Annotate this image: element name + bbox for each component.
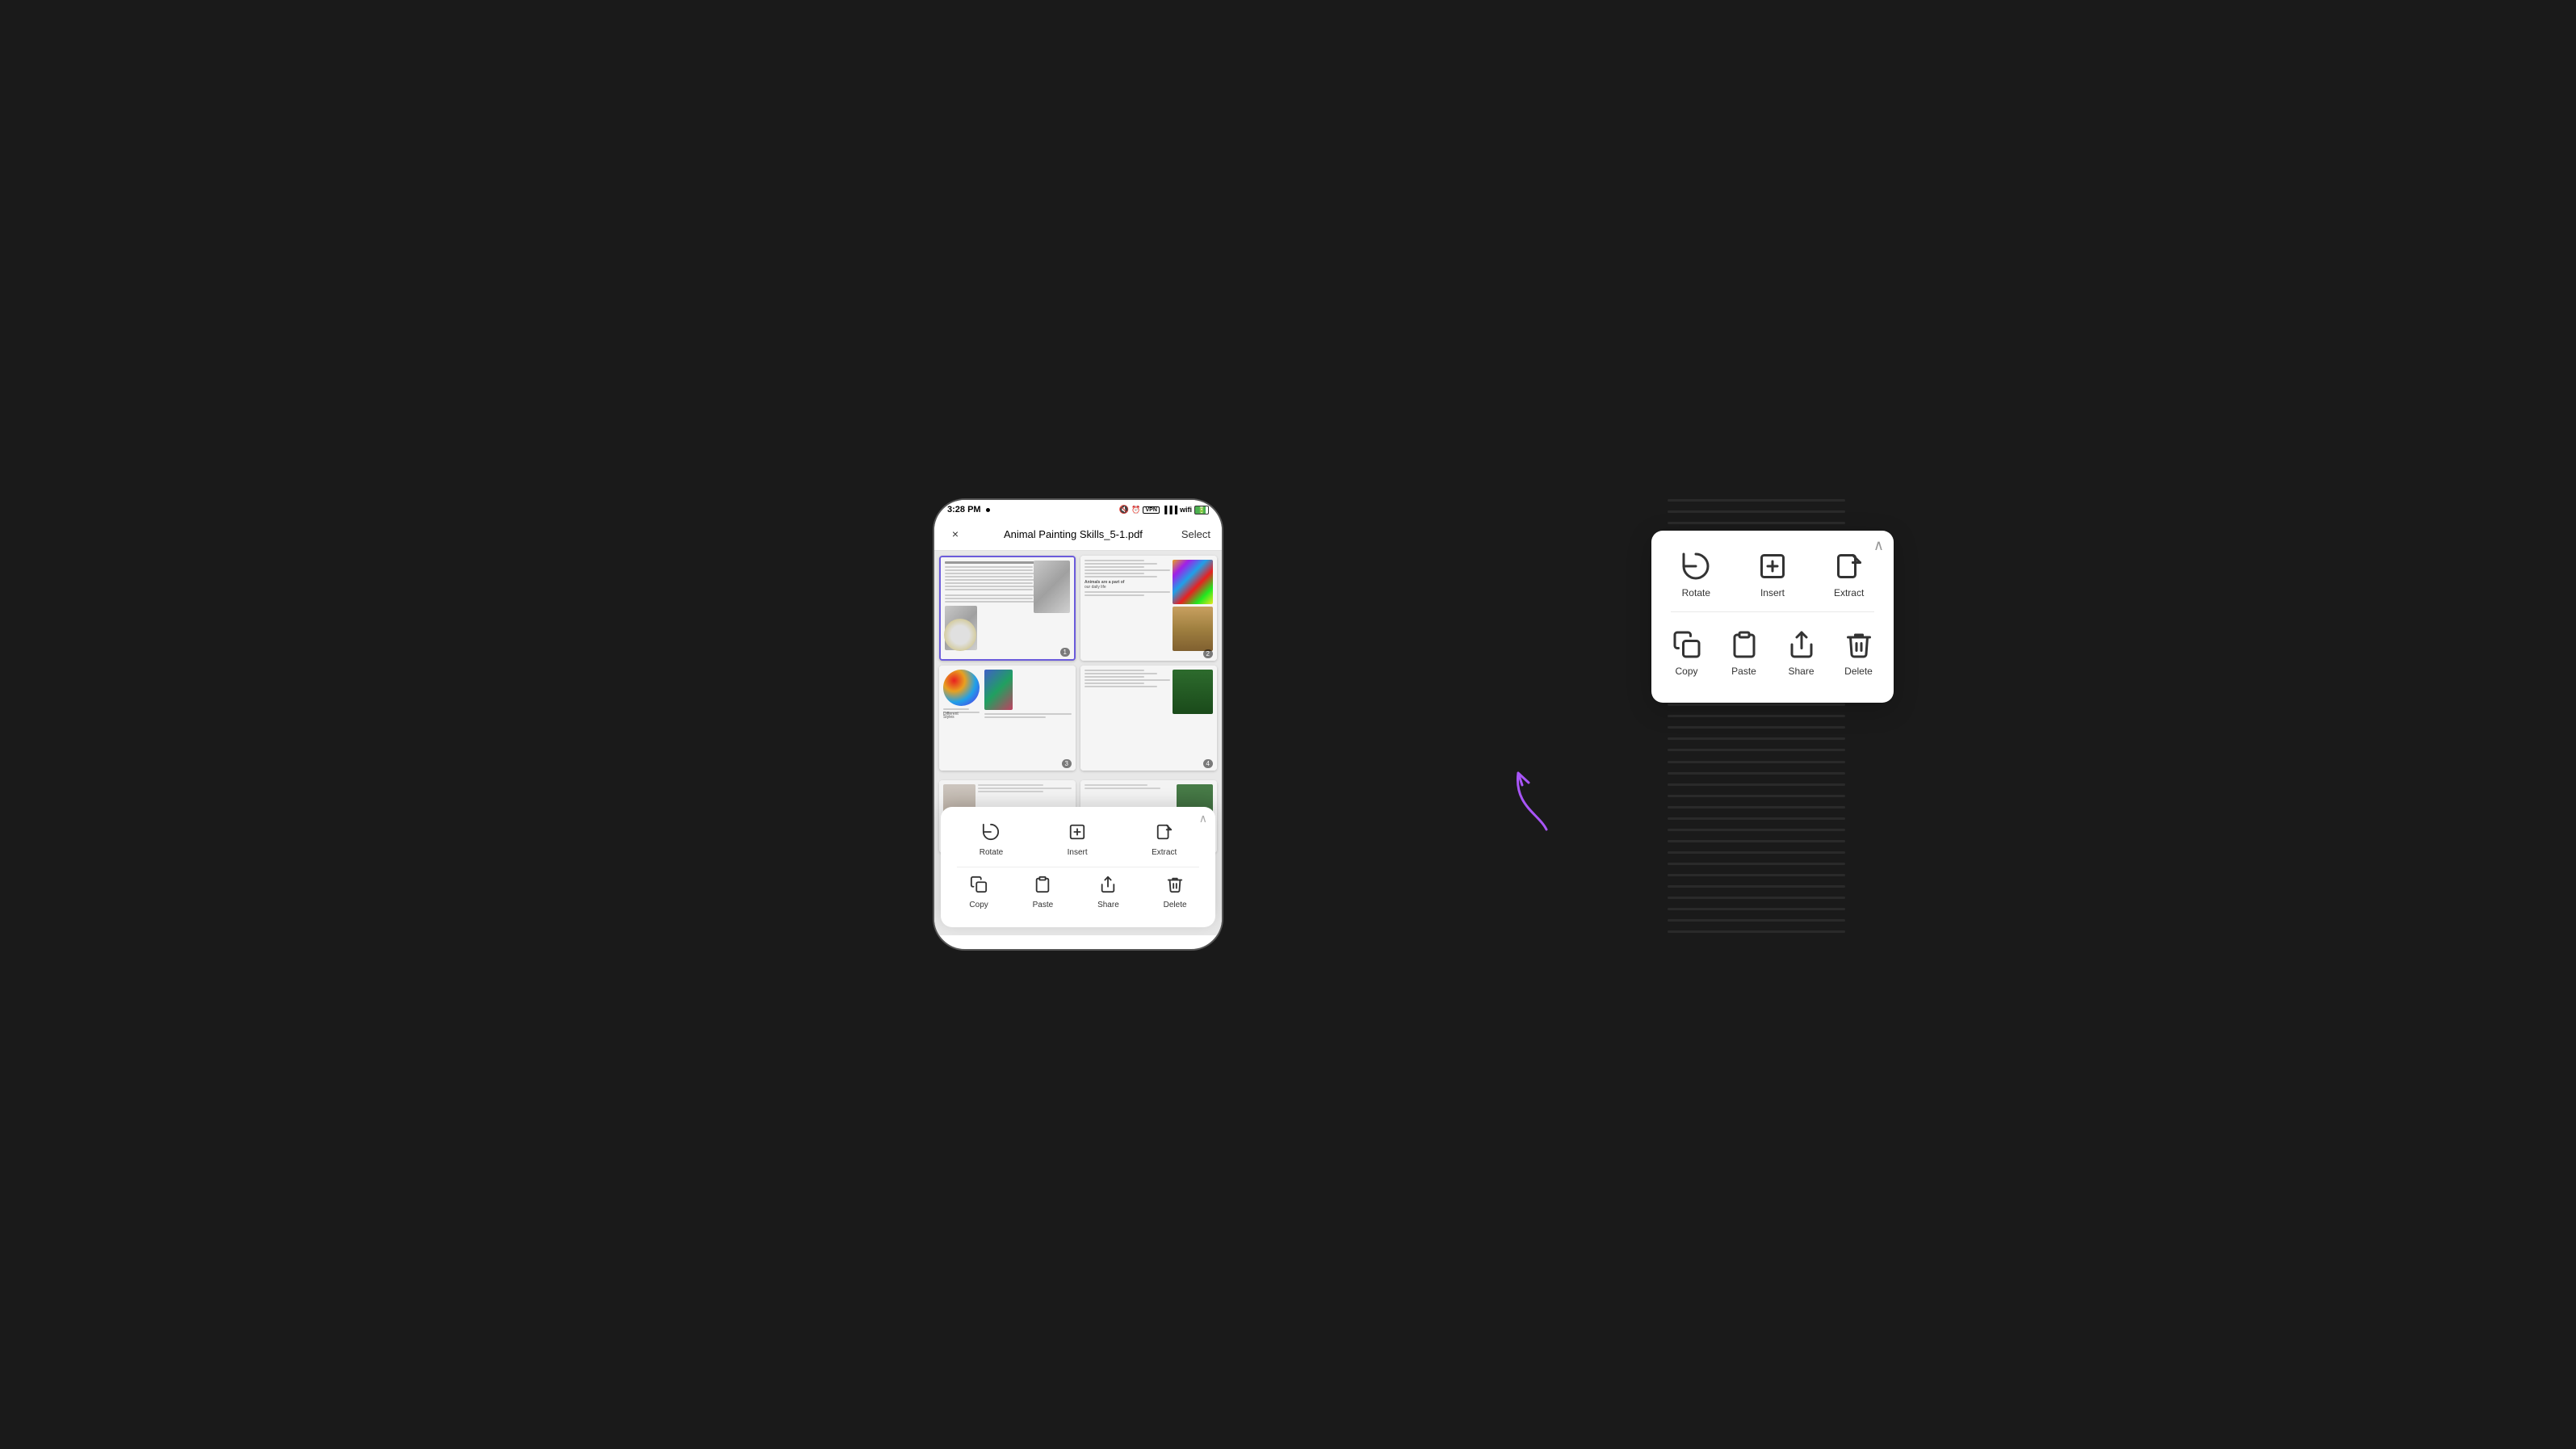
context-menu-large: ∧ Rotate [1651,531,1894,703]
small-share-button[interactable]: Share [1089,871,1127,914]
small-paste-icon [1034,876,1051,897]
sound-icon: 🔇 [1119,506,1129,514]
large-copy-label: Copy [1675,666,1697,677]
small-extract-button[interactable]: Extract [1143,818,1185,862]
page-4-badge: 4 [1203,759,1213,768]
small-delete-label: Delete [1164,901,1187,909]
large-rotate-icon [1680,550,1712,582]
large-extract-icon [1833,550,1865,582]
small-copy-icon [970,876,988,897]
small-share-icon [1099,876,1117,897]
alarm-icon: ⏰ [1131,506,1140,514]
small-delete-button[interactable]: Delete [1156,871,1195,914]
status-icons: 🔇 ⏰ VPN ▐▐▐ wifi 🔋 [1119,506,1209,514]
status-bar: 3:28 PM 🔇 ⏰ VPN ▐▐▐ wifi 🔋 [934,500,1222,518]
small-rotate-icon [982,823,1000,845]
large-paste-label: Paste [1731,666,1756,677]
large-insert-icon [1756,550,1789,582]
large-rotate-label: Rotate [1682,587,1710,598]
small-menu-row-2: Copy Paste [947,871,1209,914]
page-1-badge: 1 [1060,648,1070,657]
small-extract-icon [1156,823,1173,845]
page-2-badge: 2 [1203,649,1213,658]
pdf-thumbnail-grid: 1 Animals are a [934,551,1222,775]
small-copy-button[interactable]: Copy [961,871,996,914]
page-3-badge: 3 [1062,759,1072,768]
wifi-icon: wifi [1180,506,1192,514]
arrow-decoration [1498,765,1563,838]
large-delete-label: Delete [1844,666,1873,677]
small-insert-button[interactable]: Insert [1059,818,1096,862]
large-delete-button[interactable]: Delete [1833,622,1885,683]
large-share-icon [1785,628,1818,661]
large-paste-button[interactable]: Paste [1718,622,1770,683]
large-copy-button[interactable]: Copy [1661,622,1713,683]
small-paste-button[interactable]: Paste [1025,871,1062,914]
page-4-thumbnail[interactable]: 4 [1080,666,1217,771]
close-button[interactable]: × [946,524,965,544]
large-rotate-button[interactable]: Rotate [1670,544,1722,605]
large-share-label: Share [1788,666,1814,677]
phone-frame: 3:28 PM 🔇 ⏰ VPN ▐▐▐ wifi 🔋 × Animal Pa [933,498,1223,951]
small-rotate-button[interactable]: Rotate [971,818,1011,862]
small-menu-row-1: Rotate Insert [947,818,1209,862]
large-paste-icon [1728,628,1760,661]
large-menu-row-2: Copy Paste [1658,622,1887,683]
small-collapse-icon[interactable]: ∧ [1199,812,1207,825]
small-paste-label: Paste [1033,901,1054,909]
vpn-badge: VPN [1143,506,1159,514]
document-title: Animal Painting Skills_5-1.pdf [965,528,1181,540]
large-collapse-icon[interactable]: ∧ [1873,537,1884,554]
battery-icon: 🔋 [1194,506,1209,514]
outer-wrapper: 3:28 PM 🔇 ⏰ VPN ▐▐▐ wifi 🔋 × Animal Pa [933,490,1643,959]
large-delete-icon [1843,628,1875,661]
large-menu-row-1: Rotate Insert [1658,544,1887,605]
status-dot-icon [986,508,990,512]
signal-icon: ▐▐▐ [1162,506,1177,514]
small-insert-label: Insert [1068,848,1088,857]
large-copy-icon [1671,628,1703,661]
page-2-thumbnail[interactable]: Animals are a part of our daily life [1080,556,1217,661]
small-share-label: Share [1097,901,1119,909]
select-button[interactable]: Select [1181,528,1210,540]
content-area: 1 Animals are a [934,551,1222,935]
large-share-button[interactable]: Share [1776,622,1827,683]
small-insert-icon [1068,823,1086,845]
context-menu-small: ∧ Rotate [941,807,1215,927]
page-1-thumbnail[interactable]: 1 [939,556,1076,661]
small-extract-label: Extract [1152,848,1177,857]
page-3-thumbnail[interactable]: Different Styles 3 [939,666,1076,771]
header-bar: × Animal Painting Skills_5-1.pdf Select [934,518,1222,551]
small-copy-label: Copy [969,901,988,909]
small-rotate-label: Rotate [980,848,1003,857]
large-insert-button[interactable]: Insert [1747,544,1798,605]
small-delete-icon [1166,876,1184,897]
status-time: 3:28 PM [947,505,990,514]
large-insert-label: Insert [1760,587,1785,598]
menu-divider [1671,611,1874,612]
large-extract-label: Extract [1834,587,1864,598]
large-extract-button[interactable]: Extract [1823,544,1875,605]
